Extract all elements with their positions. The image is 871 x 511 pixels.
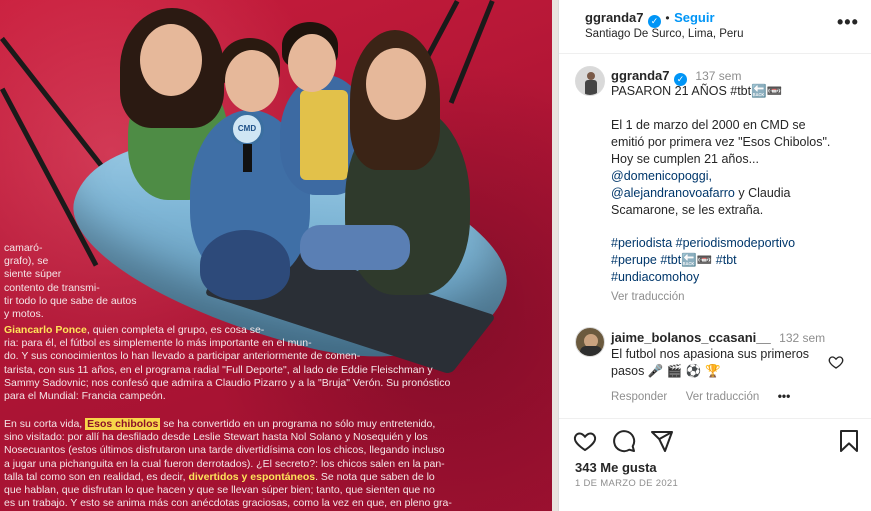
article-line: que hablan, que disfrutan lo que hacen y… <box>4 484 435 497</box>
article-line: sino visitado: por allí ha desfilado des… <box>4 431 428 444</box>
action-bar-divider <box>559 418 871 419</box>
kid-4-face <box>366 48 426 120</box>
post-photo[interactable]: CMD camaró- grafo), se siente súper cont… <box>0 0 558 511</box>
article-line: tir todo lo que sabe de autos <box>4 294 137 307</box>
kid-4-legs <box>300 225 410 270</box>
post-side-panel: ggranda7 ✓ • Seguir Santiago De Surco, L… <box>558 0 871 511</box>
bookmark-icon[interactable] <box>838 429 860 453</box>
article-text: En su corta vida, <box>4 418 83 430</box>
share-icon[interactable] <box>650 429 674 453</box>
hashtag-link[interactable]: #periodista #periodismodeportivo <box>611 235 861 252</box>
article-intro: camaró- grafo), se siente súper contento… <box>4 242 137 321</box>
more-options-icon[interactable]: ••• <box>837 12 859 33</box>
article-line: ria: para él, el fútbol es simplemente l… <box>4 337 312 350</box>
article-line: tarista, con sus 11 años, en el programa… <box>4 363 433 376</box>
microphone-label: CMD <box>237 124 257 133</box>
caption-username[interactable]: ggranda7 <box>611 68 670 83</box>
microphone-handle <box>243 144 252 172</box>
article-paragraph-1: Giancarlo Ponce, quien completa el grupo… <box>4 324 504 403</box>
comment-time[interactable]: 132 sem <box>779 331 825 345</box>
hashtag-link[interactable]: #perupe #tbt🔙📼 #tbt <box>611 252 861 269</box>
article-line: camaró- <box>4 242 43 254</box>
header-username[interactable]: ggranda7 <box>585 10 644 25</box>
likes-count[interactable]: 343 Me gusta <box>575 460 657 475</box>
caption-first-line: PASARON 21 AÑOS #tbt🔙📼 <box>611 84 783 98</box>
show-title-highlight: Esos chibolos <box>85 418 161 430</box>
mention-link[interactable]: @domenicopoggi, <box>611 168 861 185</box>
article-text: se ha convertido en un programa no sólo … <box>163 418 436 430</box>
comment-more-icon[interactable]: ••• <box>778 389 791 403</box>
comment-avatar[interactable] <box>575 327 605 357</box>
follow-button[interactable]: Seguir <box>674 10 714 25</box>
kid-2-face <box>225 50 279 112</box>
comment-actions: Responder Ver traducción ••• <box>611 387 790 405</box>
article-line: es un trabajo. Y esto se anima más con a… <box>4 497 452 510</box>
kid-3-face <box>288 34 336 92</box>
kid-2-legs <box>200 230 290 300</box>
comment-line: pasos 🎤 🎬 ⚽ 🏆 <box>611 364 721 378</box>
article-text: talla tal como son en realidad, es decir… <box>4 470 186 483</box>
header-user-row: ggranda7 ✓ • Seguir <box>585 9 715 28</box>
caption-body: El 1 de marzo del 2000 en CMD se emitió … <box>611 117 861 219</box>
hashtag-link[interactable]: #undiacomohoy <box>611 269 861 286</box>
header-separator: • <box>665 11 670 25</box>
mention-link[interactable]: @alejandranovoafarro <box>611 186 735 200</box>
caption-hashtags: #periodista #periodismodeportivo #perupe… <box>611 235 861 286</box>
comment-translate-link[interactable]: Ver traducción <box>686 391 760 403</box>
comment-header: jaime_bolanos_ccasani__ 132 sem <box>611 329 825 347</box>
caption-line: Hoy se cumplen 21 años... <box>611 152 759 166</box>
article-line: Sammy Sadovnic; nos confesó que admira a… <box>4 376 451 389</box>
caption-time[interactable]: 137 sem <box>695 69 741 83</box>
post-header: ggranda7 ✓ • Seguir Santiago De Surco, L… <box>559 0 871 54</box>
header-location[interactable]: Santiago De Surco, Lima, Peru <box>585 28 744 40</box>
kid-1-face <box>140 24 202 96</box>
caption-translate-link[interactable]: Ver traducción <box>611 291 685 303</box>
comment-icon[interactable] <box>612 429 636 453</box>
heart-icon[interactable] <box>573 429 597 453</box>
caption-line: El 1 de marzo del 2000 en CMD se <box>611 118 806 132</box>
reply-link[interactable]: Responder <box>611 391 667 403</box>
article-line: siente súper <box>4 268 62 281</box>
article-text: . Se nota que saben de lo <box>315 470 435 483</box>
article-line: grafo), se <box>4 255 49 268</box>
caption-line: @alejandranovoafarro y Claudia <box>611 186 791 200</box>
kid-3-shirt <box>300 90 348 180</box>
article-line: contento de transmi- <box>4 281 100 294</box>
article-line: para el Mundial: Francia campeón. <box>4 390 166 403</box>
article-emphasis: divertidos y espontáneos <box>188 470 316 483</box>
article-line: a jugar una pichanguita en la cual fuero… <box>4 457 445 470</box>
article-line: y motos. <box>4 308 44 321</box>
post-date[interactable]: 1 DE MARZO DE 2021 <box>575 478 678 489</box>
caption-line: emitió por primera vez "Esos Chibolos". <box>611 135 831 149</box>
article-paragraph-2: En su corta vida, Esos chibolos se ha co… <box>4 418 504 510</box>
comment-line: El futbol nos apasiona sus primeros <box>611 347 810 361</box>
caption-avatar[interactable] <box>575 66 605 96</box>
article-line: Nosecuantos (estos últimos disfrutaron u… <box>4 444 445 457</box>
microphone-icon: CMD <box>230 112 264 146</box>
article-line: do. Y sus conocimientos lo han llevado a… <box>4 350 361 363</box>
caption-line: Scamarone, se les extraña. <box>611 203 764 217</box>
comment-username[interactable]: jaime_bolanos_ccasani__ <box>611 330 771 345</box>
comment-like-heart-icon[interactable] <box>828 354 844 370</box>
verified-badge-icon: ✓ <box>647 15 661 28</box>
article-text: , quien completa el grupo, es cosa se- <box>86 324 265 336</box>
comment-text: El futbol nos apasiona sus primeros paso… <box>611 346 809 380</box>
article-name-highlight: Giancarlo Ponce <box>4 324 87 336</box>
